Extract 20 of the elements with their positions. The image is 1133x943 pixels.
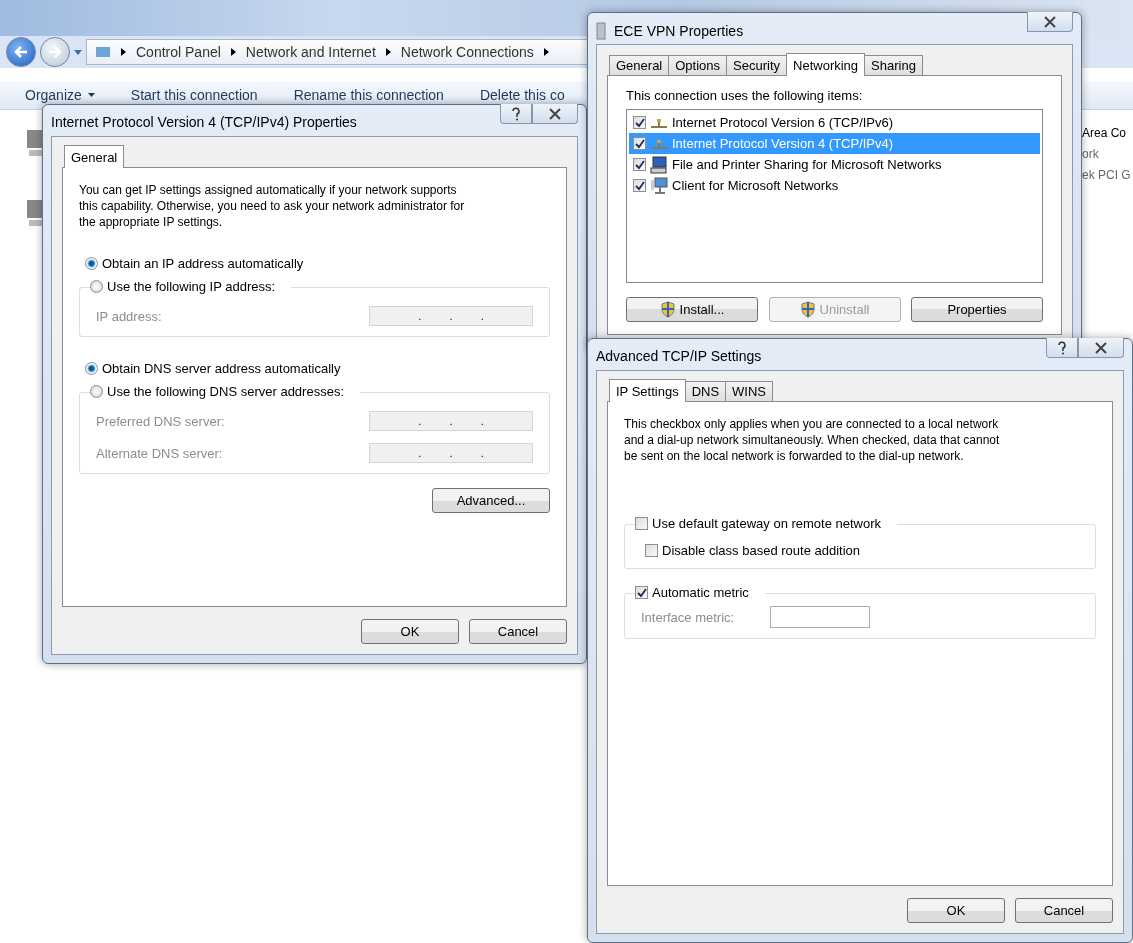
- checkbox-label: Automatic metric: [652, 585, 749, 600]
- field-label: Preferred DNS server:: [96, 413, 225, 429]
- radio-label: Use the following DNS server addresses:: [107, 384, 344, 399]
- field-label: IP address:: [96, 308, 162, 324]
- window-title: ECE VPN Properties: [614, 23, 744, 39]
- connection-text: ork: [1082, 147, 1099, 161]
- field-label: Alternate DNS server:: [96, 445, 223, 461]
- description-text: This checkbox only applies when you are connected to a local network and a dial-up network simultaneously. When checked, data that cannot be sent on the local network is forwarded to the dial-up network.: [624, 416, 1001, 464]
- connection-text: Area Co: [1082, 126, 1127, 140]
- window-title: Internet Protocol Version 4 (TCP/IPv4) Properties: [51, 114, 357, 130]
- checkbox-label: Disable class based route addition: [662, 543, 860, 558]
- intro-text: You can get IP settings assigned automatically if your network supports this capability. Otherwise, you need to ask your network administrator for the appropriate IP settings.: [79, 182, 466, 230]
- field-label: Interface metric:: [641, 609, 735, 625]
- radio-label: Use the following IP address:: [107, 279, 276, 294]
- window-title: Advanced TCP/IP Settings: [596, 348, 762, 364]
- radio-label: Obtain an IP address automatically: [102, 256, 304, 271]
- list-caption: This connection uses the following items:: [626, 88, 864, 103]
- checkbox-label: Use default gateway on remote network: [652, 516, 882, 531]
- radio-label: Obtain DNS server address automatically: [102, 361, 341, 376]
- connection-text: ek PCI G: [1082, 168, 1131, 182]
